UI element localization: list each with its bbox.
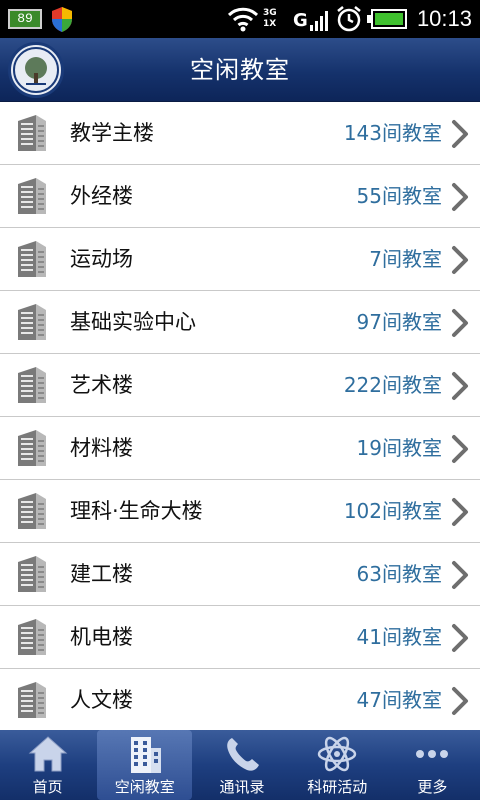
building-icon xyxy=(12,554,52,594)
building-name: 机电楼 xyxy=(70,625,133,649)
building-row[interactable]: 基础实验中心 97间教室 xyxy=(0,291,480,354)
tab-free-classrooms[interactable]: 空闲教室 xyxy=(97,730,193,800)
network-3g-label: 3G xyxy=(262,8,277,18)
chevron-right-icon xyxy=(450,560,470,590)
classroom-count: 143间教室 xyxy=(343,121,442,145)
tab-research[interactable]: 科研活动 xyxy=(290,730,385,800)
battery-percent-badge: 89 xyxy=(8,9,42,29)
security-shield-icon xyxy=(52,7,72,32)
classroom-count: 19间教室 xyxy=(356,436,442,460)
building-name: 理科·生命大楼 xyxy=(70,499,203,523)
chevron-right-icon xyxy=(450,308,470,338)
building-icon xyxy=(12,113,52,153)
building-icon xyxy=(12,617,52,657)
building-name: 材料楼 xyxy=(70,436,133,460)
classroom-count: 222间教室 xyxy=(343,373,442,397)
building-row[interactable]: 理科·生命大楼 102间教室 xyxy=(0,480,480,543)
more-icon xyxy=(416,750,449,758)
building-name: 基础实验中心 xyxy=(70,310,196,334)
building-name: 外经楼 xyxy=(70,184,133,208)
classroom-count: 102间教室 xyxy=(343,499,442,523)
building-icon xyxy=(12,239,52,279)
building-name: 教学主楼 xyxy=(70,121,154,145)
building-icon xyxy=(12,491,52,531)
classroom-count: 63间教室 xyxy=(356,562,442,586)
chevron-right-icon xyxy=(450,686,470,716)
chevron-right-icon xyxy=(450,119,470,149)
network-type-indicator: 3G 1X xyxy=(263,7,289,31)
building-icon xyxy=(12,428,52,468)
building-name: 建工楼 xyxy=(70,562,133,586)
building-name: 运动场 xyxy=(70,247,133,271)
network-1x-label: 1X xyxy=(262,19,277,29)
phone-icon xyxy=(227,738,259,771)
classroom-count: 7间教室 xyxy=(369,247,442,271)
building-name: 人文楼 xyxy=(70,688,133,712)
classroom-count: 41间教室 xyxy=(356,625,442,649)
signal-letter: G xyxy=(292,10,308,31)
chevron-right-icon xyxy=(450,182,470,212)
tab-label: 空闲教室 xyxy=(114,778,175,796)
chevron-right-icon xyxy=(450,434,470,464)
title-bar: 空闲教室 xyxy=(0,38,480,102)
wifi-icon xyxy=(227,7,258,32)
tab-contacts[interactable]: 通讯录 xyxy=(194,730,289,800)
tab-label: 更多 xyxy=(417,778,448,796)
building-icon xyxy=(130,737,161,773)
building-row[interactable]: 机电楼 41间教室 xyxy=(0,606,480,669)
tab-home[interactable]: 首页 xyxy=(0,730,95,800)
tab-more[interactable]: 更多 xyxy=(385,730,480,800)
tab-label: 首页 xyxy=(32,778,63,796)
chevron-right-icon xyxy=(450,623,470,653)
building-icon xyxy=(12,176,52,216)
chevron-right-icon xyxy=(450,245,470,275)
building-row[interactable]: 外经楼 55间教室 xyxy=(0,165,480,228)
building-row[interactable]: 建工楼 63间教室 xyxy=(0,543,480,606)
bottom-nav: 首页 空闲教室 通讯录 科研活动 更多 xyxy=(0,730,480,800)
classroom-count: 55间教室 xyxy=(356,184,442,208)
building-name: 艺术楼 xyxy=(70,373,133,397)
tab-label: 科研活动 xyxy=(307,778,368,796)
classroom-count: 47间教室 xyxy=(356,688,442,712)
building-row[interactable]: 材料楼 19间教室 xyxy=(0,417,480,480)
building-row[interactable]: 运动场 7间教室 xyxy=(0,228,480,291)
alarm-clock-icon xyxy=(337,6,361,32)
battery-icon xyxy=(366,9,407,29)
page-title: 空闲教室 xyxy=(190,56,290,84)
building-row[interactable]: 艺术楼 222间教室 xyxy=(0,354,480,417)
tab-label: 通讯录 xyxy=(219,778,265,796)
signal-strength-icon: G xyxy=(293,6,329,32)
chevron-right-icon xyxy=(450,497,470,527)
atom-icon xyxy=(317,736,357,772)
chevron-right-icon xyxy=(450,371,470,401)
home-icon xyxy=(28,736,67,772)
building-icon xyxy=(12,365,52,405)
clock-time: 10:13 xyxy=(416,6,472,31)
building-row[interactable]: 教学主楼 143间教室 xyxy=(0,102,480,165)
building-row[interactable]: 人文楼 47间教室 xyxy=(0,669,480,730)
status-bar: 89 3G 1X G 10:13 xyxy=(0,0,480,38)
building-list: 教学主楼 143间教室外经楼 55间教室运动场 7间教室基础实验中心 97间教室艺术楼 2… xyxy=(0,102,480,730)
building-icon xyxy=(12,680,52,720)
building-icon xyxy=(12,302,52,342)
classroom-count: 97间教室 xyxy=(356,310,442,334)
